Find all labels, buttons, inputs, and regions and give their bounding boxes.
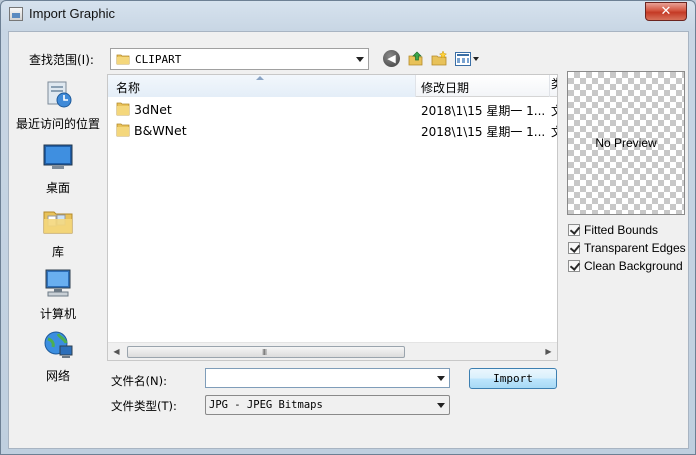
column-label: 修改日期 bbox=[421, 81, 470, 95]
file-type: 文 bbox=[551, 102, 557, 119]
view-menu-icon[interactable] bbox=[455, 51, 471, 66]
window-title: Import Graphic bbox=[29, 6, 115, 21]
library-icon bbox=[43, 211, 73, 234]
file-date: 2018\1\15 星期一 1... bbox=[421, 125, 546, 139]
column-header-date[interactable]: 修改日期 bbox=[417, 75, 550, 97]
place-computer[interactable]: 计算机 bbox=[10, 268, 106, 322]
place-label: 网络 bbox=[45, 369, 70, 383]
places-bar: 最近访问的位置 桌面 库 计算机 网络 bbox=[10, 72, 106, 432]
place-label: 最近访问的位置 bbox=[15, 117, 100, 131]
scroll-left-icon[interactable]: ◀ bbox=[108, 343, 125, 360]
filetype-label: 文件类型(T): bbox=[111, 399, 177, 413]
filename-input[interactable] bbox=[208, 370, 430, 386]
view-dropdown-arrow-icon[interactable] bbox=[473, 56, 479, 61]
place-library[interactable]: 库 bbox=[10, 206, 106, 260]
place-recent[interactable]: 最近访问的位置 bbox=[10, 78, 106, 132]
column-header-name[interactable]: 名称 bbox=[108, 75, 416, 97]
place-desktop[interactable]: 桌面 bbox=[10, 142, 106, 196]
new-folder-icon[interactable] bbox=[431, 50, 448, 67]
preview-placeholder: No Preview bbox=[595, 136, 657, 150]
option-label: Clean Background bbox=[584, 259, 683, 273]
network-icon bbox=[44, 331, 73, 358]
folder-icon bbox=[116, 102, 130, 116]
navigation-toolbar: ◀ bbox=[383, 50, 479, 67]
place-label: 计算机 bbox=[39, 307, 76, 321]
clean-background-checkbox[interactable]: Clean Background bbox=[567, 258, 687, 276]
folder-icon bbox=[116, 123, 130, 137]
close-button[interactable]: ✕ bbox=[645, 2, 687, 21]
scroll-grip: III bbox=[262, 348, 267, 357]
scroll-right-icon[interactable]: ▶ bbox=[540, 343, 557, 360]
back-arrow-icon[interactable]: ◀ bbox=[383, 50, 400, 67]
filename-label: 文件名(N): bbox=[111, 374, 167, 388]
file-name: B&WNet bbox=[134, 123, 187, 138]
title-bar[interactable]: Import Graphic ✕ bbox=[1, 1, 695, 29]
file-date: 2018\1\15 星期一 1... bbox=[421, 104, 546, 118]
column-label: 类 bbox=[551, 77, 557, 91]
place-label: 桌面 bbox=[45, 181, 70, 195]
import-button[interactable]: Import bbox=[469, 368, 557, 389]
recent-places-icon bbox=[47, 81, 72, 108]
column-label: 名称 bbox=[116, 81, 141, 95]
checkbox-checked-icon[interactable] bbox=[568, 242, 580, 254]
preview-pane: No Preview bbox=[567, 71, 685, 215]
look-in-label: 查找范围(I): bbox=[29, 53, 94, 67]
filetype-select[interactable]: JPG - JPEG Bitmaps bbox=[205, 395, 450, 415]
file-row[interactable]: B&WNet 2018\1\15 星期一 1... 文 bbox=[108, 120, 557, 140]
option-label: Transparent Edges bbox=[584, 241, 686, 255]
scroll-thumb[interactable]: III bbox=[127, 346, 405, 358]
chevron-down-icon[interactable] bbox=[437, 403, 445, 408]
app-icon bbox=[9, 7, 23, 21]
computer-icon bbox=[45, 269, 71, 297]
file-type: 文 bbox=[551, 123, 557, 140]
transparent-edges-checkbox[interactable]: Transparent Edges bbox=[567, 240, 687, 258]
chevron-down-icon[interactable] bbox=[356, 57, 364, 62]
file-list[interactable]: 名称 修改日期 类 3dNet 2018\1\15 星期一 1... 文 bbox=[107, 74, 558, 361]
close-icon: ✕ bbox=[660, 4, 672, 19]
file-list-header: 名称 修改日期 类 bbox=[108, 75, 557, 97]
file-row[interactable]: 3dNet 2018\1\15 星期一 1... 文 bbox=[108, 99, 557, 119]
look-in-combobox[interactable]: CLIPART bbox=[110, 48, 369, 70]
import-graphic-dialog: Import Graphic ✕ 查找范围(I): CLIPART ◀ 最近访问… bbox=[0, 0, 696, 455]
dialog-body: 查找范围(I): CLIPART ◀ 最近访问的位置 桌面 库 计算机 网络 名… bbox=[8, 31, 689, 449]
place-network[interactable]: 网络 bbox=[10, 330, 106, 384]
desktop-icon bbox=[43, 144, 73, 169]
checkbox-checked-icon[interactable] bbox=[568, 224, 580, 236]
place-label: 库 bbox=[51, 245, 64, 259]
fitted-bounds-checkbox[interactable]: Fitted Bounds bbox=[567, 222, 687, 240]
sort-ascending-icon bbox=[256, 76, 264, 80]
look-in-value: CLIPART bbox=[135, 53, 182, 66]
folder-icon bbox=[116, 54, 130, 65]
file-name: 3dNet bbox=[134, 102, 172, 117]
up-folder-icon[interactable] bbox=[407, 50, 424, 67]
import-options: Fitted Bounds Transparent Edges Clean Ba… bbox=[567, 222, 687, 276]
filename-combobox[interactable] bbox=[205, 368, 450, 388]
horizontal-scrollbar[interactable]: ◀ III ▶ bbox=[108, 342, 557, 360]
column-header-type[interactable]: 类 bbox=[551, 75, 557, 97]
checkbox-checked-icon[interactable] bbox=[568, 260, 580, 272]
filetype-value: JPG - JPEG Bitmaps bbox=[209, 399, 323, 411]
chevron-down-icon[interactable] bbox=[437, 376, 445, 381]
option-label: Fitted Bounds bbox=[584, 223, 659, 237]
